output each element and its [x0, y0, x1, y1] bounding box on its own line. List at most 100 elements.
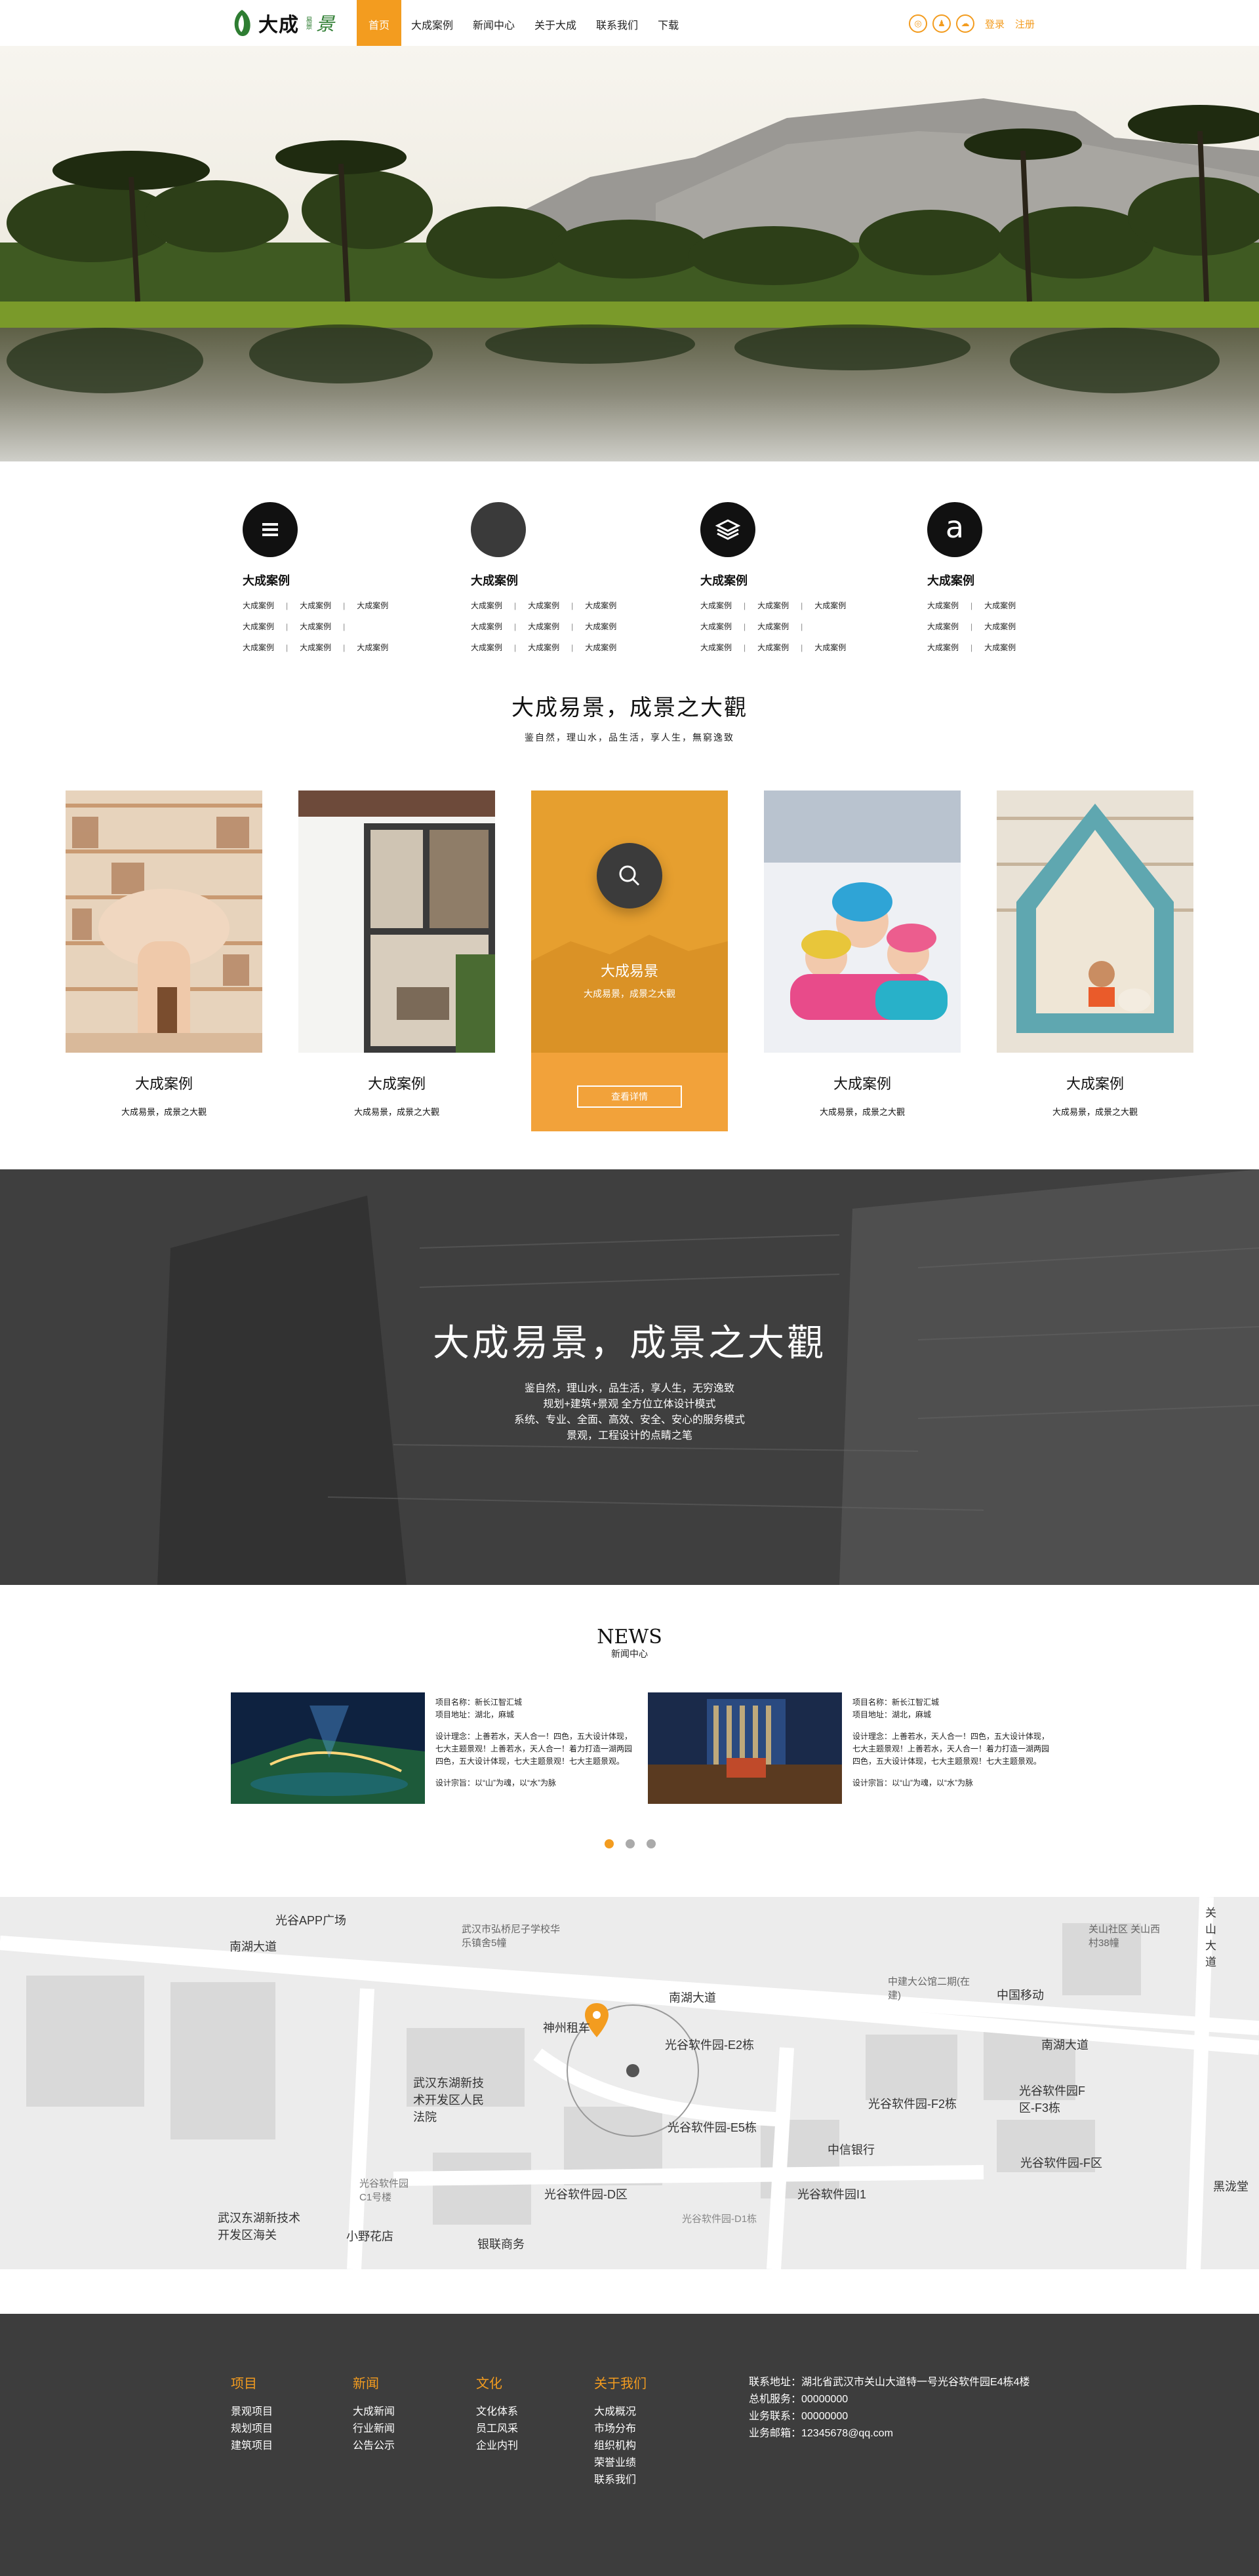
night-park-image [231, 1692, 425, 1804]
footer-link[interactable]: 联系我们 [594, 2472, 647, 2489]
service-link[interactable]: 大成案例 [528, 643, 559, 652]
service-link[interactable]: 大成案例 [984, 622, 1016, 631]
footer-link[interactable]: 文化体系 [476, 2404, 518, 2421]
service-link[interactable]: 大成案例 [357, 643, 388, 652]
footer-link[interactable]: 员工风采 [476, 2421, 518, 2438]
service-link[interactable]: 大成案例 [585, 601, 616, 610]
nav-about[interactable]: 关于大成 [525, 0, 586, 46]
login-link[interactable]: 登录 [985, 17, 1005, 31]
footer-link[interactable]: 公告公示 [353, 2438, 395, 2455]
service-link[interactable]: 大成案例 [471, 622, 502, 631]
banner-title: 大成易景，成景之大觀 [433, 1322, 826, 1365]
list-icon[interactable] [243, 502, 298, 557]
service-link[interactable]: 大成案例 [757, 622, 789, 631]
service-link[interactable]: 大成案例 [300, 601, 331, 610]
slogan-subtitle: 鉴自然，理山水，品生活，享人生，無窮逸致 [525, 733, 734, 743]
circle-icon[interactable] [471, 502, 526, 557]
search-icon[interactable] [597, 843, 662, 908]
service-link[interactable]: 大成案例 [471, 601, 502, 610]
white-house-image [298, 790, 495, 1053]
service-link[interactable]: 大成案例 [984, 643, 1016, 652]
logo-sub-text: 景 [316, 13, 335, 35]
view-details-button[interactable]: 查看详情 [577, 1085, 682, 1108]
service-link[interactable]: 大成案例 [927, 622, 959, 631]
hero-banner [0, 46, 1259, 461]
dark-banner: 大成易景，成景之大觀 鉴自然，理山水，品生活，享人生，无穷逸致 规划+建筑+景观… [0, 1169, 1259, 1585]
service-link[interactable]: 大成案例 [585, 643, 616, 652]
service-link[interactable]: 大成案例 [814, 643, 846, 652]
service-link[interactable]: 大成案例 [243, 601, 274, 610]
contact-email[interactable]: 业务邮箱：12345678@qq.com [749, 2425, 1029, 2442]
service-link[interactable]: 大成案例 [528, 601, 559, 610]
news-project-name: 项目名称：新长江智汇城 [852, 1698, 940, 1707]
footer-link[interactable]: 行业新闻 [353, 2421, 395, 2438]
service-link[interactable]: 大成案例 [243, 622, 274, 631]
site-header: 大成 易景 景 首页 大成案例 新闻中心 关于大成 联系我们 下载 ◎ ♟ ☁ … [0, 0, 1259, 46]
case-card[interactable]: 大成案例 大成易景，成景之大觀 [997, 790, 1193, 1131]
service-link[interactable]: 大成案例 [700, 643, 732, 652]
footer-link[interactable]: 景观项目 [231, 2404, 273, 2421]
pagination-dot[interactable] [626, 1839, 635, 1848]
case-card[interactable]: 大成案例 大成易景，成景之大觀 [298, 790, 495, 1131]
footer-link[interactable]: 大成概况 [594, 2404, 647, 2421]
nav-contact[interactable]: 联系我们 [586, 0, 648, 46]
pagination-dot[interactable] [605, 1839, 614, 1848]
service-link[interactable]: 大成案例 [814, 601, 846, 610]
leaf-logo-icon [234, 10, 250, 37]
footer-link[interactable]: 大成新闻 [353, 2404, 395, 2421]
service-link[interactable]: 大成案例 [528, 622, 559, 631]
case-card-subtitle: 大成易景，成景之大觀 [819, 1108, 905, 1118]
logo[interactable]: 大成 易景 景 [231, 7, 334, 39]
service-link[interactable]: 大成案例 [243, 643, 274, 652]
header-right: ◎ ♟ ☁ 登录 注册 [909, 14, 1035, 33]
service-link[interactable]: 大成案例 [300, 622, 331, 631]
footer-link[interactable]: 荣誉业绩 [594, 2455, 647, 2472]
kids-snow-image [764, 790, 961, 1053]
footer-link[interactable]: 组织机构 [594, 2438, 647, 2455]
case-card[interactable]: 大成案例 大成易景，成景之大觀 [66, 790, 262, 1131]
footer-link[interactable]: 规划项目 [231, 2421, 273, 2438]
footer-column: 新闻 大成新闻 行业新闻 公告公示 [353, 2373, 395, 2455]
service-link[interactable]: 大成案例 [700, 601, 732, 610]
news-item[interactable]: 项目名称：新长江智汇城 项目地址：湖北，麻城 设计理念：上善若水，天人合一！四色… [231, 1692, 637, 1804]
map-label: 光谷APP广场 [275, 1914, 347, 1927]
register-link[interactable]: 注册 [1015, 17, 1035, 31]
service-block: 大成案例 大成案例 | 大成案例 | 大成案例 大成案例 | 大成案例 | 大成案例 | 大成案例… [243, 502, 413, 658]
service-link[interactable]: 大成案例 [757, 601, 789, 610]
service-link[interactable]: 大成案例 [357, 601, 388, 610]
service-links: 大成案例 | 大成案例 | 大成案例 大成案例 | 大成案例 | 大成案例 大成案例 | 大成案例 |… [471, 601, 617, 652]
case-card-featured[interactable]: 大成易景 大成易景，成景之大觀 查看详情 [531, 790, 728, 1131]
service-link[interactable]: 大成案例 [984, 601, 1016, 610]
footer-heading: 项目 [231, 2377, 257, 2391]
service-link[interactable]: 大成案例 [700, 622, 732, 631]
wechat-icon[interactable]: ☁ [956, 14, 974, 33]
service-link[interactable]: 大成案例 [300, 643, 331, 652]
news-item[interactable]: 项目名称：新长江智汇城 项目地址：湖北，麻城 设计理念：上善若水，天人合一！四色… [648, 1692, 1054, 1804]
footer-heading: 新闻 [353, 2377, 379, 2391]
banner-line: 系统、专业、全面、高效、安全、安心的服务模式 [513, 1415, 745, 1426]
nav-home[interactable]: 首页 [357, 0, 401, 46]
footer-link[interactable]: 企业内刊 [476, 2438, 518, 2455]
service-link[interactable]: 大成案例 [927, 643, 959, 652]
case-card[interactable]: 大成案例 大成易景，成景之大觀 [764, 790, 961, 1131]
pagination-dot[interactable] [647, 1839, 656, 1848]
letter-a-icon[interactable]: a [927, 502, 982, 557]
reading-house-image [997, 790, 1193, 1053]
weibo-icon[interactable]: ◎ [909, 14, 927, 33]
footer-link[interactable]: 建筑项目 [231, 2438, 273, 2455]
map-label: 中信银行 [828, 2143, 875, 2156]
service-link[interactable]: 大成案例 [585, 622, 616, 631]
footer-link[interactable]: 市场分布 [594, 2421, 647, 2438]
footer-column: 文化 文化体系 员工风采 企业内刊 [476, 2373, 518, 2455]
service-link[interactable]: 大成案例 [757, 643, 789, 652]
location-map[interactable]: 光谷APP广场 南湖大道 武汉市弘桥尼子学校华乐镇舍5幢 中建大公馆二期(在建)… [0, 1897, 1259, 2269]
nav-news[interactable]: 新闻中心 [463, 0, 525, 46]
banner-text: 大成易景，成景之大觀 鉴自然，理山水，品生活，享人生，无穷逸致 规划+建筑+景观… [0, 1314, 1259, 1444]
nav-cases[interactable]: 大成案例 [401, 0, 463, 46]
qq-icon[interactable]: ♟ [932, 14, 951, 33]
case-card-subtitle: 大成易景，成景之大觀 [353, 1108, 439, 1118]
nav-download[interactable]: 下载 [648, 0, 689, 46]
service-link[interactable]: 大成案例 [927, 601, 959, 610]
service-link[interactable]: 大成案例 [471, 643, 502, 652]
layers-icon[interactable] [700, 502, 755, 557]
